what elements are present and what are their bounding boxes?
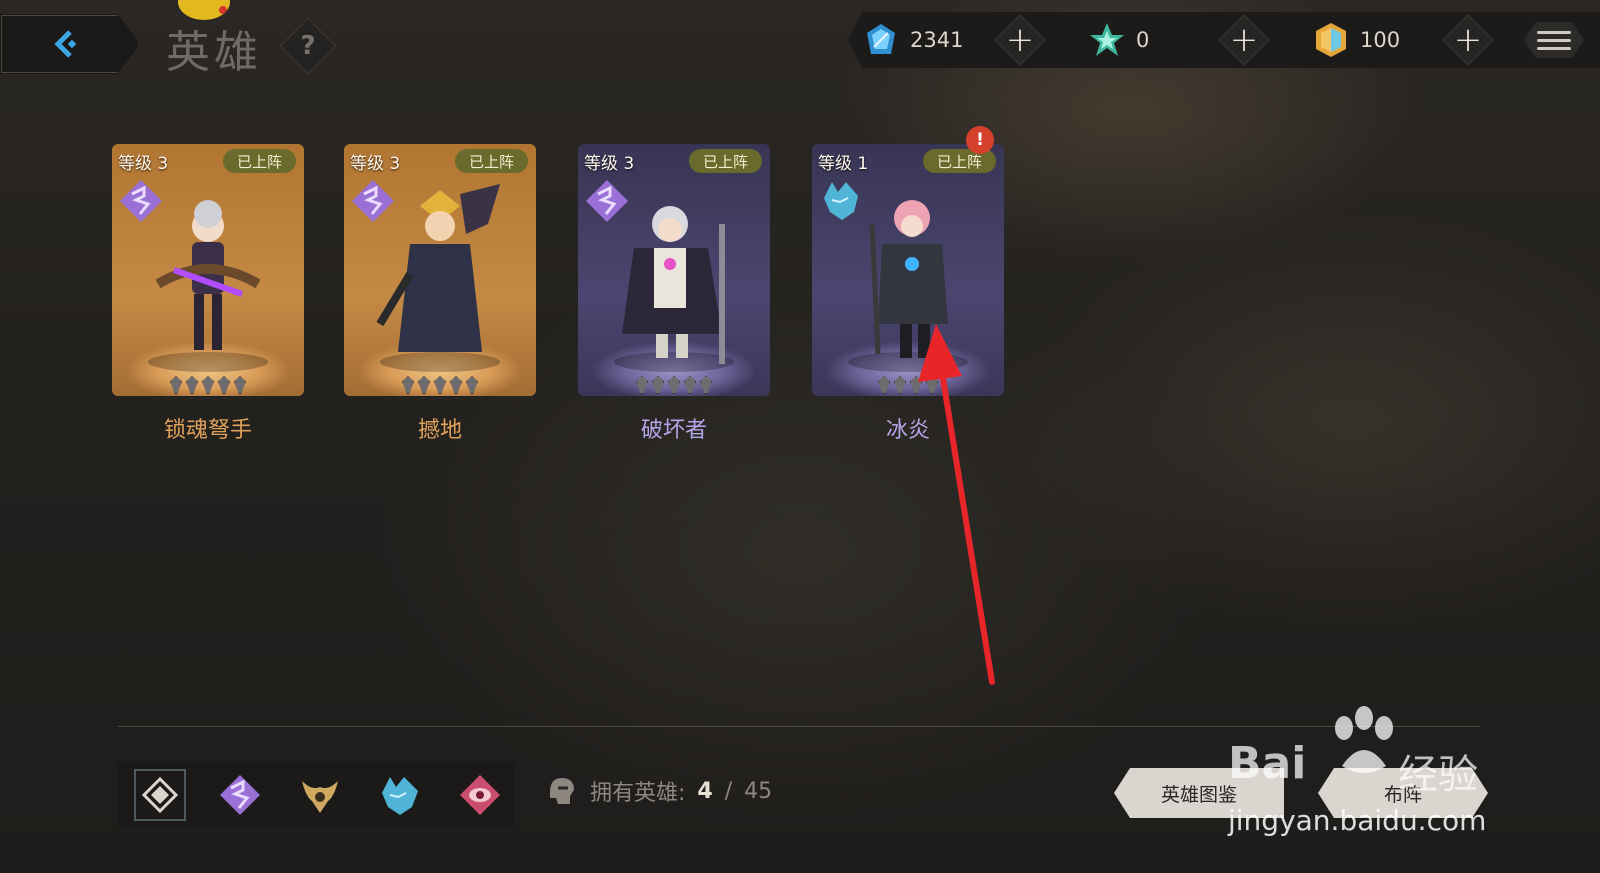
purple-class-emblem-icon bbox=[220, 775, 260, 815]
deployed-badge: 已上阵 bbox=[222, 149, 296, 173]
hero-card-1[interactable]: 等级 3 已上阵 bbox=[112, 144, 304, 396]
hero-card-3[interactable]: 等级 3 已上阵 bbox=[578, 144, 770, 396]
hero-portrait bbox=[376, 184, 500, 372]
filter-class-3[interactable] bbox=[374, 769, 426, 821]
owned-total: 45 bbox=[744, 778, 773, 804]
all-classes-icon bbox=[141, 776, 179, 814]
hero-level: 等级 3 bbox=[584, 154, 635, 174]
deployed-badge: 已上阵 bbox=[454, 149, 528, 173]
page-title: 英雄 bbox=[166, 27, 262, 78]
hero-name: 破坏者 bbox=[640, 418, 707, 443]
currency-energy: 0 bbox=[1088, 12, 1196, 68]
hero-name: 锁魂弩手 bbox=[163, 418, 252, 443]
help-label: ? bbox=[300, 31, 316, 61]
hero-level: 等级 3 bbox=[350, 154, 401, 174]
token-amount: 100 bbox=[1360, 28, 1401, 52]
helmet-icon bbox=[550, 778, 574, 804]
hero-level: 等级 1 bbox=[818, 154, 869, 174]
back-button[interactable] bbox=[0, 14, 140, 74]
menu-button[interactable] bbox=[1524, 22, 1584, 58]
currency-crystal: 2341 bbox=[862, 12, 970, 68]
hero-portrait bbox=[614, 206, 734, 372]
back-arrow-icon bbox=[54, 30, 77, 58]
hero-dex-button[interactable]: 英雄图鉴 bbox=[1114, 768, 1284, 818]
blue-crystal-icon bbox=[867, 24, 895, 54]
filter-class-4[interactable] bbox=[454, 769, 506, 821]
divider bbox=[118, 726, 1480, 727]
formation-button[interactable]: 布阵 bbox=[1318, 768, 1488, 818]
currency-bar: 2341 + 0 + 100 + bbox=[848, 12, 1600, 68]
filter-class-2[interactable] bbox=[294, 769, 346, 821]
pink-eye-emblem-icon bbox=[460, 775, 500, 815]
help-button[interactable]: ? bbox=[279, 17, 337, 75]
owned-label: 拥有英雄: bbox=[590, 781, 686, 806]
star-rating bbox=[344, 376, 536, 394]
energy-amount: 0 bbox=[1136, 28, 1150, 52]
hero-level: 等级 3 bbox=[118, 154, 169, 174]
hero-portrait bbox=[148, 200, 268, 372]
menu-icon bbox=[1537, 30, 1571, 34]
crystal-amount: 2341 bbox=[910, 28, 964, 52]
owned-heroes: 拥有英雄: 4 / 45 bbox=[544, 774, 772, 808]
notification-badge: ! bbox=[966, 126, 994, 154]
class-filter-bar bbox=[118, 762, 514, 828]
cyan-wolf-emblem-icon bbox=[382, 777, 418, 815]
currency-token: 100 bbox=[1312, 12, 1420, 68]
filter-all[interactable] bbox=[134, 769, 186, 821]
star-rating bbox=[578, 376, 770, 394]
add-token-button[interactable]: + bbox=[1442, 14, 1494, 66]
annotation-arrow-icon bbox=[918, 324, 995, 685]
filter-class-1[interactable] bbox=[214, 769, 266, 821]
green-energy-icon bbox=[1090, 23, 1124, 56]
owned-separator: / bbox=[724, 778, 733, 804]
add-energy-button[interactable]: + bbox=[1218, 14, 1270, 66]
gold-token-icon bbox=[1316, 23, 1346, 57]
hero-card-2[interactable]: 等级 3 已上阵 bbox=[344, 144, 536, 396]
add-crystal-button[interactable]: + bbox=[994, 14, 1046, 66]
gold-horned-emblem-icon bbox=[302, 781, 338, 813]
owned-count: 4 bbox=[697, 778, 713, 804]
deployed-badge: 已上阵 bbox=[688, 149, 762, 173]
hero-name: 撼地 bbox=[417, 418, 462, 443]
star-rating bbox=[112, 376, 304, 394]
